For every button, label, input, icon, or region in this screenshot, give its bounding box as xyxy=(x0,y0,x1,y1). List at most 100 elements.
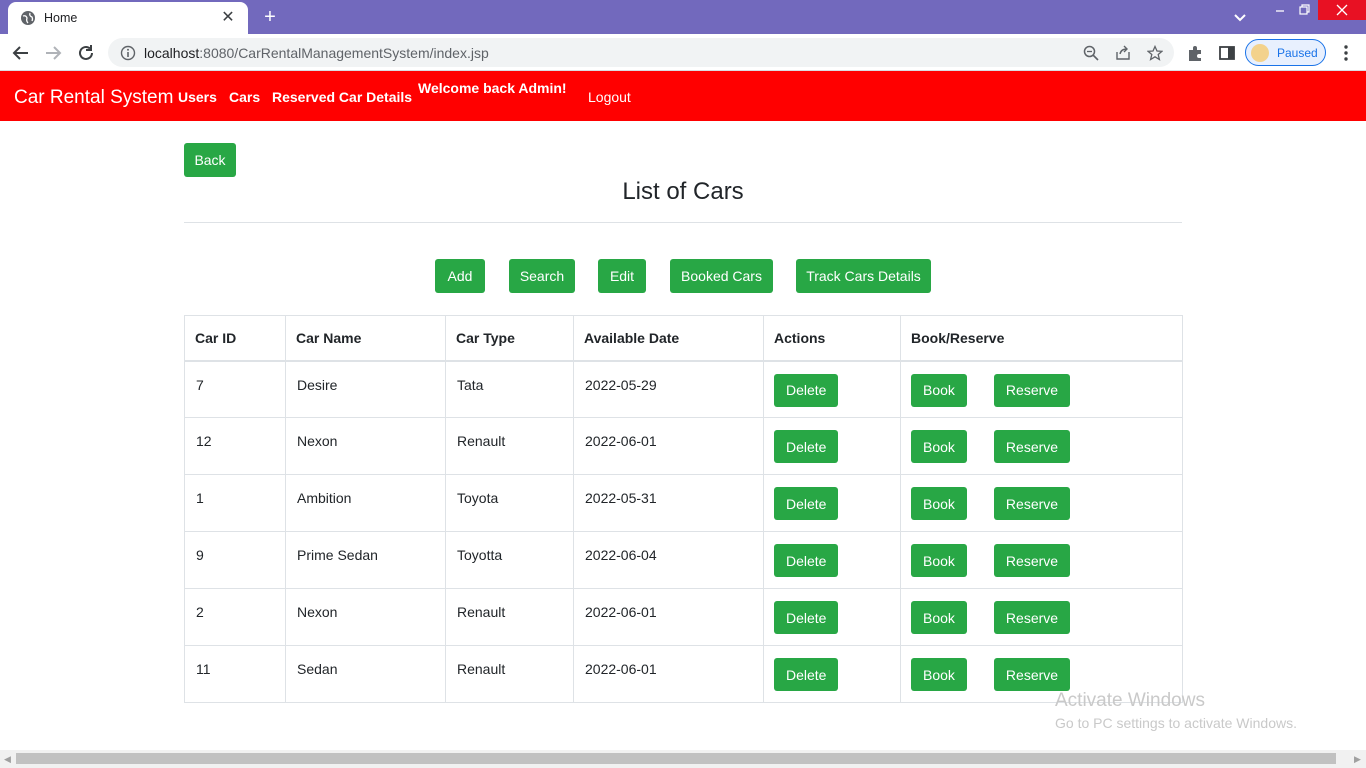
url-host: localhost xyxy=(144,44,200,61)
nav-link-users[interactable]: Users xyxy=(178,89,217,105)
add-button[interactable]: Add xyxy=(435,259,485,293)
nav-link-reserved-car-details[interactable]: Reserved Car Details xyxy=(272,89,412,105)
cell-car-name: Ambition xyxy=(285,474,446,532)
browser-tab[interactable]: Home ✕ xyxy=(8,2,248,34)
cell-available-date: 2022-06-01 xyxy=(573,645,764,703)
delete-button[interactable]: Delete xyxy=(774,430,839,463)
table-row: 12 Nexon Renault 2022-06-01 Delete Book Reserv… xyxy=(184,417,1183,475)
reserve-button[interactable]: Reserve xyxy=(993,601,1071,634)
cell-actions: Delete xyxy=(763,417,901,475)
cell-book-reserve: Book Reserve xyxy=(900,474,1183,532)
delete-button[interactable]: Delete xyxy=(774,487,839,520)
tab-search-chevron-icon[interactable] xyxy=(1230,8,1250,26)
zoom-icon[interactable] xyxy=(1083,45,1099,61)
bookmark-star-icon[interactable] xyxy=(1147,45,1163,61)
track-cars-details-button[interactable]: Track Cars Details xyxy=(796,259,931,293)
delete-button[interactable]: Delete xyxy=(774,544,839,577)
cell-car-type: Toyota xyxy=(445,474,574,532)
cell-actions: Delete xyxy=(763,474,901,532)
delete-button[interactable]: Delete xyxy=(774,601,839,634)
cell-car-name: Desire xyxy=(285,360,446,418)
scrollbar-thumb[interactable] xyxy=(16,753,1336,764)
cell-car-id: 2 xyxy=(184,588,286,646)
restore-icon[interactable] xyxy=(1292,0,1316,20)
table-row: 1 Ambition Toyota 2022-05-31 Delete Book Reser… xyxy=(184,474,1183,532)
scroll-right-arrow-icon[interactable]: ▶ xyxy=(1354,754,1361,765)
book-button[interactable]: Book xyxy=(911,601,967,634)
delete-button[interactable]: Delete xyxy=(774,373,839,407)
reserve-button[interactable]: Reserve xyxy=(993,487,1071,520)
cell-actions: Delete xyxy=(763,360,901,418)
cell-available-date: 2022-05-31 xyxy=(573,474,764,532)
reload-icon[interactable] xyxy=(75,42,97,64)
forward-arrow-icon[interactable] xyxy=(42,42,64,64)
cell-car-id: 1 xyxy=(184,474,286,532)
url-path: :8080/CarRentalManagementSystem/index.js… xyxy=(199,44,489,61)
cell-car-name: Sedan xyxy=(285,645,446,703)
book-button[interactable]: Book xyxy=(911,487,967,520)
table-row: 11 Sedan Renault 2022-06-01 Delete Book Reserv… xyxy=(184,645,1183,703)
search-button[interactable]: Search xyxy=(509,259,575,293)
cell-available-date: 2022-06-01 xyxy=(573,588,764,646)
reserve-button[interactable]: Reserve xyxy=(993,658,1071,691)
table-header-row: Car ID Car Name Car Type Available Date … xyxy=(184,315,1183,362)
cell-car-name: Prime Sedan xyxy=(285,531,446,589)
close-icon xyxy=(1336,4,1348,16)
cell-book-reserve: Book Reserve xyxy=(900,417,1183,475)
col-header-car-id: Car ID xyxy=(184,315,286,362)
kebab-menu-icon[interactable] xyxy=(1335,42,1357,64)
horizontal-scrollbar[interactable]: ◀ ▶ xyxy=(0,750,1366,768)
cell-actions: Delete xyxy=(763,588,901,646)
book-button[interactable]: Book xyxy=(911,430,967,463)
back-button[interactable]: Back xyxy=(184,143,236,177)
table-row: 9 Prime Sedan Toyotta 2022-06-04 Delete Book R… xyxy=(184,531,1183,589)
side-panel-icon[interactable] xyxy=(1216,42,1238,64)
page-title: List of Cars xyxy=(622,178,744,205)
scroll-left-arrow-icon[interactable]: ◀ xyxy=(4,754,11,765)
cell-car-type: Toyotta xyxy=(445,531,574,589)
col-header-car-name: Car Name xyxy=(285,315,446,362)
reserve-button[interactable]: Reserve xyxy=(993,544,1071,577)
cell-car-id: 9 xyxy=(184,531,286,589)
cell-available-date: 2022-06-01 xyxy=(573,417,764,475)
book-button[interactable]: Book xyxy=(911,658,967,691)
cell-book-reserve: Book Reserve xyxy=(900,360,1183,418)
globe-icon xyxy=(21,11,35,25)
cell-car-type: Renault xyxy=(445,588,574,646)
table-row: 2 Nexon Renault 2022-06-01 Delete Book Reserve xyxy=(184,588,1183,646)
activate-windows-title: Activate Windows xyxy=(1055,690,1205,711)
tab-title: Home xyxy=(44,11,78,25)
new-tab-button[interactable]: + xyxy=(259,6,281,28)
address-bar[interactable]: localhost :8080/CarRentalManagementSyste… xyxy=(108,38,1174,67)
cell-car-type: Tata xyxy=(445,360,574,418)
welcome-message: Welcome back Admin! xyxy=(418,80,567,96)
profile-status: Paused xyxy=(1277,45,1318,60)
tab-close-icon[interactable]: ✕ xyxy=(220,10,236,26)
booked-cars-button[interactable]: Booked Cars xyxy=(670,259,773,293)
book-button[interactable]: Book xyxy=(911,373,967,407)
extensions-puzzle-icon[interactable] xyxy=(1184,42,1206,64)
cell-actions: Delete xyxy=(763,531,901,589)
edit-button[interactable]: Edit xyxy=(598,259,646,293)
book-button[interactable]: Book xyxy=(911,544,967,577)
col-header-actions: Actions xyxy=(763,315,901,362)
reserve-button[interactable]: Reserve xyxy=(993,430,1071,463)
close-window-button[interactable] xyxy=(1318,0,1366,20)
nav-link-cars[interactable]: Cars xyxy=(229,89,260,105)
cell-car-id: 7 xyxy=(184,360,286,418)
app-navbar: Car Rental System Users Cars Reserved Ca… xyxy=(0,71,1366,121)
logout-link[interactable]: Logout xyxy=(588,89,631,105)
cell-car-type: Renault xyxy=(445,645,574,703)
reserve-button[interactable]: Reserve xyxy=(993,373,1071,407)
minimize-icon[interactable] xyxy=(1268,0,1292,20)
activate-windows-subtitle: Go to PC settings to activate Windows. xyxy=(1055,715,1297,731)
cell-book-reserve: Book Reserve xyxy=(900,588,1183,646)
delete-button[interactable]: Delete xyxy=(774,658,839,691)
cell-car-id: 11 xyxy=(184,645,286,703)
back-arrow-icon[interactable] xyxy=(10,42,32,64)
browser-tab-strip: Home ✕ + xyxy=(0,0,1366,34)
brand-link[interactable]: Car Rental System xyxy=(14,87,173,109)
profile-button[interactable]: Paused xyxy=(1245,39,1326,66)
share-icon[interactable] xyxy=(1115,45,1131,61)
site-info-icon[interactable] xyxy=(120,45,136,61)
